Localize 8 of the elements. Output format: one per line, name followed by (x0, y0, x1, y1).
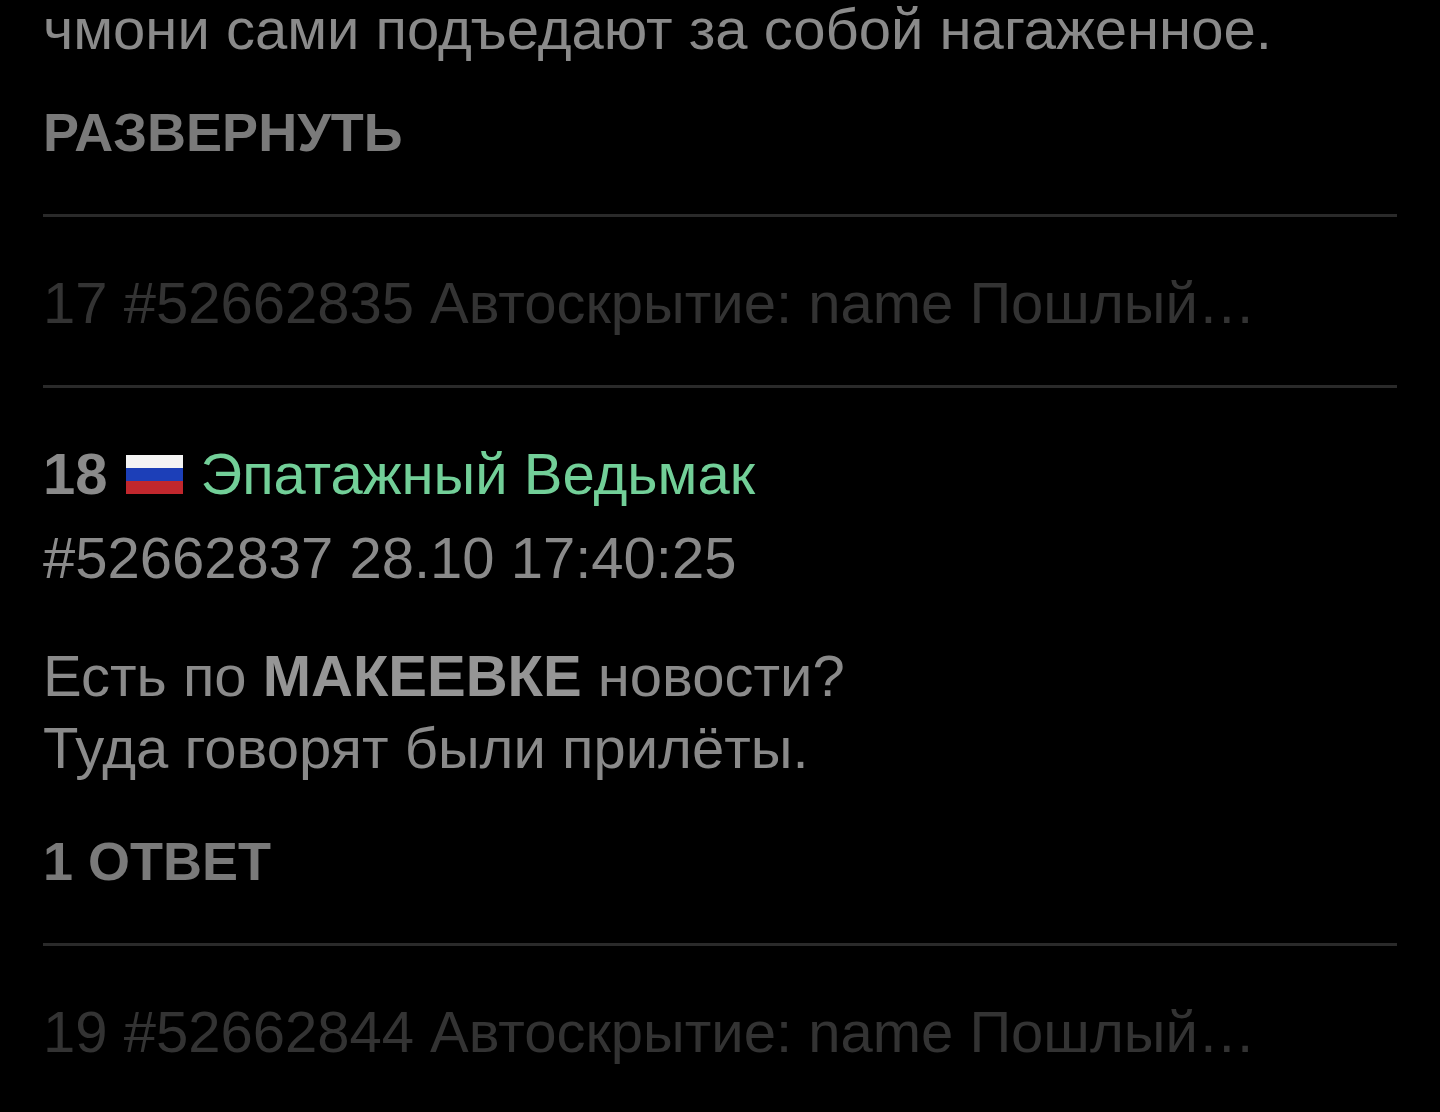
post-meta: #52662837 28.10 17:40:25 (43, 524, 738, 592)
expand-link[interactable]: РАЗВЕРНУТЬ (43, 97, 1397, 167)
flag-icon (125, 454, 183, 494)
author-name: Эпатажный Ведьмак (200, 440, 756, 508)
post-number: 18 (43, 440, 108, 508)
replies-link[interactable]: 1 ОТВЕТ (43, 826, 1397, 896)
post-text: чмони сами подъедают за собой нагаженное. (43, 0, 1273, 63)
post-text: Есть по МАКЕЕВКЕ новости? Туда говорят были прилёты. (43, 642, 846, 782)
